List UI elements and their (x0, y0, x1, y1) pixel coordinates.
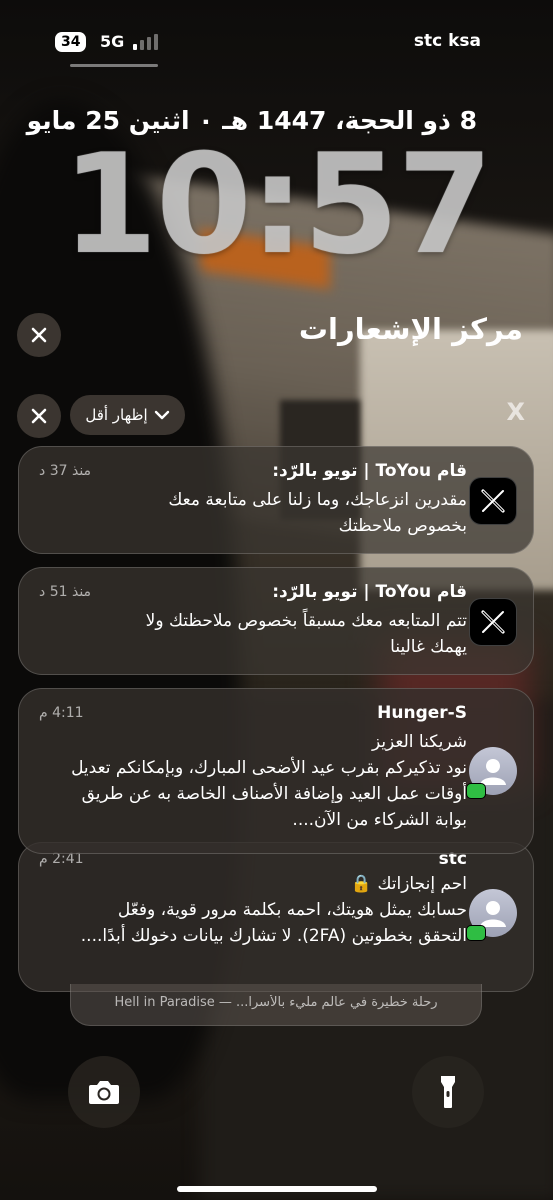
camera-button[interactable] (68, 1056, 140, 1128)
notification-body-line: نود تذكيركم بقرب عيد الأضحى المبارك، وبإ… (71, 758, 467, 778)
network-type: 5G (100, 32, 125, 51)
carrier-name: stc ksa (413, 31, 481, 51)
notification-body-line: بخصوص ملاحظتك (338, 516, 467, 536)
notification-body-line: أوقات عمل العيد وإضافة الأصناف الخاصة به… (81, 784, 467, 804)
x-logo-icon (469, 598, 517, 646)
lock-time[interactable]: 10:57 (0, 130, 553, 280)
notification-card[interactable]: Hunger-S 4:11 م شريكنا العزيز نود تذكيرك… (18, 688, 534, 854)
flashlight-button[interactable] (412, 1056, 484, 1128)
clear-notification-center-button[interactable] (17, 313, 61, 357)
notification-body-line: مقدرين انزعاجك، وما زلنا على متابعة معك (168, 490, 467, 510)
notification-body-line: شريكنا العزيز (371, 732, 467, 752)
battery-indicator: 34 (55, 32, 87, 52)
notification-sender: Hunger-S (377, 703, 467, 723)
close-icon (31, 327, 47, 343)
status-bar: 34 5G stc ksa (0, 0, 553, 70)
contact-avatar-icon (466, 889, 517, 941)
contact-avatar-icon (466, 747, 517, 799)
notification-body-line: التحقق بخطوتين (2FA). لا تشارك بيانات دخ… (80, 926, 467, 946)
home-indicator[interactable] (177, 1186, 377, 1192)
notification-sender: قام ToYou | تويو بالرّد: (272, 582, 467, 602)
notification-time: 4:11 م (39, 705, 84, 721)
notification-body-line: تتم المتابعه معك مسبقاً بخصوص ملاحظتك ول… (145, 611, 467, 631)
chevron-down-icon (154, 410, 169, 420)
notification-time: منذ 37 د (39, 463, 92, 479)
group-app-label: X (506, 398, 525, 426)
close-icon (31, 408, 47, 424)
clear-group-button[interactable] (17, 394, 61, 438)
notification-card[interactable]: stc 2:41 م احم إنجازاتك 🔒 حسابك يمثل هوي… (18, 842, 534, 992)
notification-body-line: حسابك يمثل هويتك، احمه بكلمة مرور قوية، … (117, 900, 467, 920)
show-less-button[interactable]: إظهار أقل (70, 395, 185, 435)
show-less-label: إظهار أقل (85, 406, 148, 424)
status-indicator-bar (70, 64, 158, 67)
signal-strength-icon (133, 34, 158, 50)
camera-icon (89, 1081, 119, 1104)
message-badge-icon (466, 925, 486, 941)
notification-card[interactable]: قام ToYou | تويو بالرّد: منذ 51 د تتم ال… (18, 567, 534, 675)
notification-card[interactable]: قام ToYou | تويو بالرّد: منذ 37 د مقدرين… (18, 446, 534, 554)
x-logo-icon (469, 477, 517, 525)
stacked-notification[interactable]: رحلة خطيرة في عالم مليء بالأسرا... — Hel… (70, 984, 482, 1026)
notification-body-line: يهمك غالينا (390, 637, 467, 657)
stacked-notification-text: رحلة خطيرة في عالم مليء بالأسرا... — Hel… (114, 995, 438, 1010)
notification-sender: قام ToYou | تويو بالرّد: (272, 461, 467, 481)
flashlight-icon (441, 1076, 455, 1108)
notification-body-line: بوابة الشركاء من الآن.... (292, 810, 467, 830)
notification-center-title: مركز الإشعارات (298, 312, 523, 346)
notification-time: منذ 51 د (39, 584, 92, 600)
notification-body-line: احم إنجازاتك 🔒 (350, 874, 467, 894)
message-badge-icon (466, 783, 486, 799)
